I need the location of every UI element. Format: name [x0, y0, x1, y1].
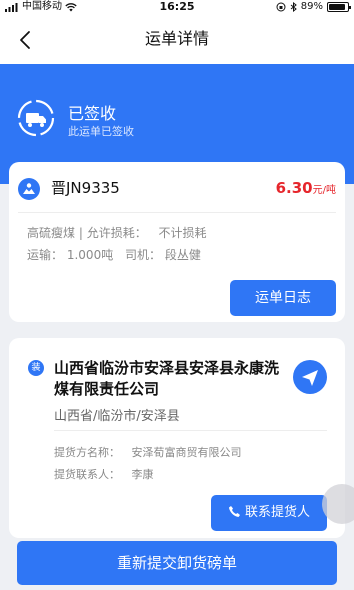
contact-value: 李康: [131, 468, 154, 481]
separator: |: [78, 226, 87, 240]
transport-label: 运输：: [27, 248, 64, 262]
status-subtitle: 此运单已签收: [68, 125, 134, 138]
nav-bar: 运单详情: [0, 14, 354, 64]
pickup-card: 装 山西省临汾市安泽县安泽县永康洗煤有限责任公司 山西省/临汾市/安泽县 提货方…: [9, 338, 345, 538]
contact-button-label: 联系提货人: [244, 505, 310, 520]
waybill-card: 晋JN9335 6.30元/吨 高硫瘦煤 | 允许损耗： 不计损耗 运输： 1.…: [9, 162, 345, 322]
battery-percent: 89%: [300, 1, 323, 12]
freight-price: 6.30元/吨: [276, 178, 336, 201]
bluetooth-icon: [290, 2, 297, 12]
status-title: 已签收: [68, 104, 117, 123]
phone-icon: [228, 506, 240, 517]
driver-label: 司机：: [125, 248, 162, 262]
navigate-button[interactable]: [293, 360, 327, 394]
divider: [54, 430, 327, 431]
divider: [18, 212, 336, 213]
contact-label: 提货联系人：: [54, 468, 120, 481]
status-bar: 中国移动 16:25 89%: [0, 0, 354, 14]
provider-row: 提货方名称： 安泽荀富商贸有限公司: [54, 444, 242, 460]
pickup-address: 山西省临汾市安泽县安泽县永康洗煤有限责任公司: [54, 359, 280, 398]
price-unit: 元/吨: [312, 185, 336, 196]
assistive-touch[interactable]: [322, 484, 354, 524]
price-value: 6.30: [275, 179, 313, 197]
truck-loading-icon: [17, 99, 55, 137]
coal-type: 高硫瘦煤: [27, 226, 76, 240]
cargo-info: 高硫瘦煤 | 允许损耗： 不计损耗: [27, 224, 207, 241]
truck-badge: [18, 178, 40, 200]
provider-label: 提货方名称：: [54, 446, 120, 459]
pickup-region: 山西省/临汾市/安泽县: [54, 409, 180, 424]
page-title: 运单详情: [144, 29, 209, 48]
battery-icon: [327, 2, 351, 12]
plate-number: 晋JN9335: [51, 179, 120, 197]
waybill-log-button[interactable]: 运单日志: [230, 280, 336, 316]
orientation-lock-icon: [276, 2, 286, 12]
provider-value: 安泽荀富商贸有限公司: [131, 446, 242, 459]
load-badge: 装: [28, 360, 44, 376]
contact-pickup-button[interactable]: 联系提货人: [211, 495, 327, 531]
transport-value: 1.000吨: [66, 248, 114, 262]
driver-value: 段丛健: [164, 248, 201, 262]
send-icon: [302, 370, 318, 386]
transport-info: 运输： 1.000吨 司机： 段丛健: [27, 246, 201, 263]
loss-label: 允许损耗：: [86, 226, 147, 240]
truck-icon: [23, 183, 35, 194]
resubmit-button[interactable]: 重新提交卸货磅单: [17, 541, 337, 585]
battery-fill: [329, 4, 346, 10]
status-right-group: 89%: [276, 0, 351, 14]
loss-value: 不计损耗: [158, 226, 207, 240]
contact-row: 提货联系人： 李康: [54, 466, 154, 482]
